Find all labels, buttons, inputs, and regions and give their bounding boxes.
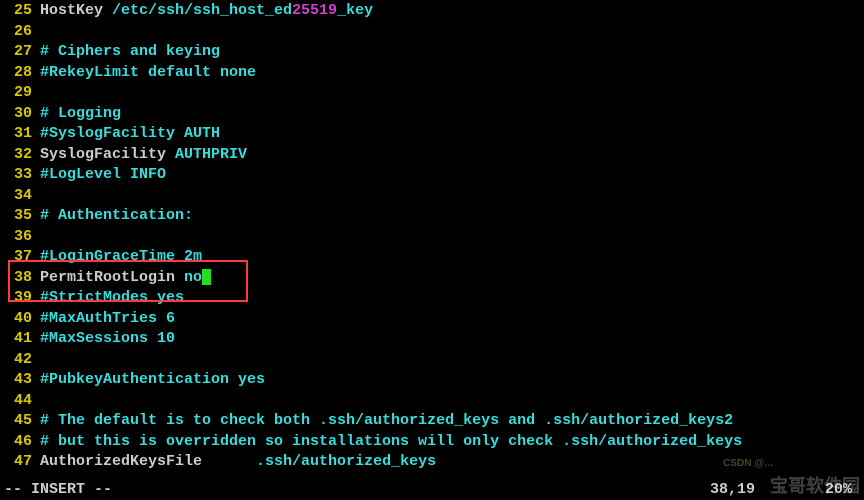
- scroll-percent: 20%: [825, 480, 860, 500]
- line-number: 41: [0, 329, 40, 350]
- line-number: 45: [0, 411, 40, 432]
- code-line[interactable]: 44: [0, 391, 864, 412]
- code-line[interactable]: 43#PubkeyAuthentication yes: [0, 370, 864, 391]
- code-line[interactable]: 39#StrictModes yes: [0, 288, 864, 309]
- line-number: 29: [0, 83, 40, 104]
- line-number: 25: [0, 1, 40, 22]
- editor-viewport[interactable]: 25HostKey /etc/ssh/ssh_host_ed25519_key2…: [0, 0, 864, 473]
- code-content[interactable]: # Logging: [40, 104, 864, 125]
- line-number: 36: [0, 227, 40, 248]
- cursor-position: 38,19: [710, 480, 825, 500]
- line-number: 32: [0, 145, 40, 166]
- code-content[interactable]: #PubkeyAuthentication yes: [40, 370, 864, 391]
- code-line[interactable]: 37#LoginGraceTime 2m: [0, 247, 864, 268]
- code-content[interactable]: HostKey /etc/ssh/ssh_host_ed25519_key: [40, 1, 864, 22]
- line-number: 30: [0, 104, 40, 125]
- code-content[interactable]: [40, 227, 864, 248]
- line-number: 40: [0, 309, 40, 330]
- code-line[interactable]: 25HostKey /etc/ssh/ssh_host_ed25519_key: [0, 1, 864, 22]
- code-content[interactable]: #LoginGraceTime 2m: [40, 247, 864, 268]
- code-content[interactable]: PermitRootLogin no: [40, 268, 864, 289]
- code-content[interactable]: [40, 22, 864, 43]
- code-line[interactable]: 35# Authentication:: [0, 206, 864, 227]
- code-line[interactable]: 32SyslogFacility AUTHPRIV: [0, 145, 864, 166]
- code-content[interactable]: #SyslogFacility AUTH: [40, 124, 864, 145]
- code-line[interactable]: 27# Ciphers and keying: [0, 42, 864, 63]
- code-line[interactable]: 33#LogLevel INFO: [0, 165, 864, 186]
- code-line[interactable]: 30# Logging: [0, 104, 864, 125]
- line-number: 43: [0, 370, 40, 391]
- code-line[interactable]: 46# but this is overridden so installati…: [0, 432, 864, 453]
- code-content[interactable]: #MaxSessions 10: [40, 329, 864, 350]
- code-content[interactable]: #MaxAuthTries 6: [40, 309, 864, 330]
- code-content[interactable]: AuthorizedKeysFile .ssh/authorized_keys: [40, 452, 864, 473]
- code-line[interactable]: 45# The default is to check both .ssh/au…: [0, 411, 864, 432]
- code-content[interactable]: #StrictModes yes: [40, 288, 864, 309]
- line-number: 44: [0, 391, 40, 412]
- code-content[interactable]: [40, 350, 864, 371]
- code-line[interactable]: 29: [0, 83, 864, 104]
- vim-mode: -- INSERT --: [4, 480, 112, 500]
- code-line[interactable]: 28#RekeyLimit default none: [0, 63, 864, 84]
- line-number: 28: [0, 63, 40, 84]
- code-content[interactable]: SyslogFacility AUTHPRIV: [40, 145, 864, 166]
- line-number: 26: [0, 22, 40, 43]
- line-number: 46: [0, 432, 40, 453]
- status-bar: -- INSERT -- 38,19 20%: [0, 480, 864, 500]
- code-content[interactable]: # The default is to check both .ssh/auth…: [40, 411, 864, 432]
- code-line[interactable]: 31#SyslogFacility AUTH: [0, 124, 864, 145]
- line-number: 34: [0, 186, 40, 207]
- line-number: 35: [0, 206, 40, 227]
- line-number: 37: [0, 247, 40, 268]
- code-line[interactable]: 42: [0, 350, 864, 371]
- line-number: 38: [0, 268, 40, 289]
- code-content[interactable]: # Ciphers and keying: [40, 42, 864, 63]
- line-number: 27: [0, 42, 40, 63]
- code-content[interactable]: [40, 186, 864, 207]
- code-line[interactable]: 38PermitRootLogin no: [0, 268, 864, 289]
- line-number: 31: [0, 124, 40, 145]
- code-content[interactable]: #LogLevel INFO: [40, 165, 864, 186]
- line-number: 47: [0, 452, 40, 473]
- code-content[interactable]: # but this is overridden so installation…: [40, 432, 864, 453]
- code-line[interactable]: 40#MaxAuthTries 6: [0, 309, 864, 330]
- line-number: 33: [0, 165, 40, 186]
- code-content[interactable]: [40, 391, 864, 412]
- code-line[interactable]: 36: [0, 227, 864, 248]
- cursor: [202, 269, 211, 285]
- code-content[interactable]: # Authentication:: [40, 206, 864, 227]
- code-line[interactable]: 34: [0, 186, 864, 207]
- code-content[interactable]: #RekeyLimit default none: [40, 63, 864, 84]
- line-number: 42: [0, 350, 40, 371]
- code-line[interactable]: 47AuthorizedKeysFile .ssh/authorized_key…: [0, 452, 864, 473]
- code-line[interactable]: 41#MaxSessions 10: [0, 329, 864, 350]
- code-line[interactable]: 26: [0, 22, 864, 43]
- line-number: 39: [0, 288, 40, 309]
- code-content[interactable]: [40, 83, 864, 104]
